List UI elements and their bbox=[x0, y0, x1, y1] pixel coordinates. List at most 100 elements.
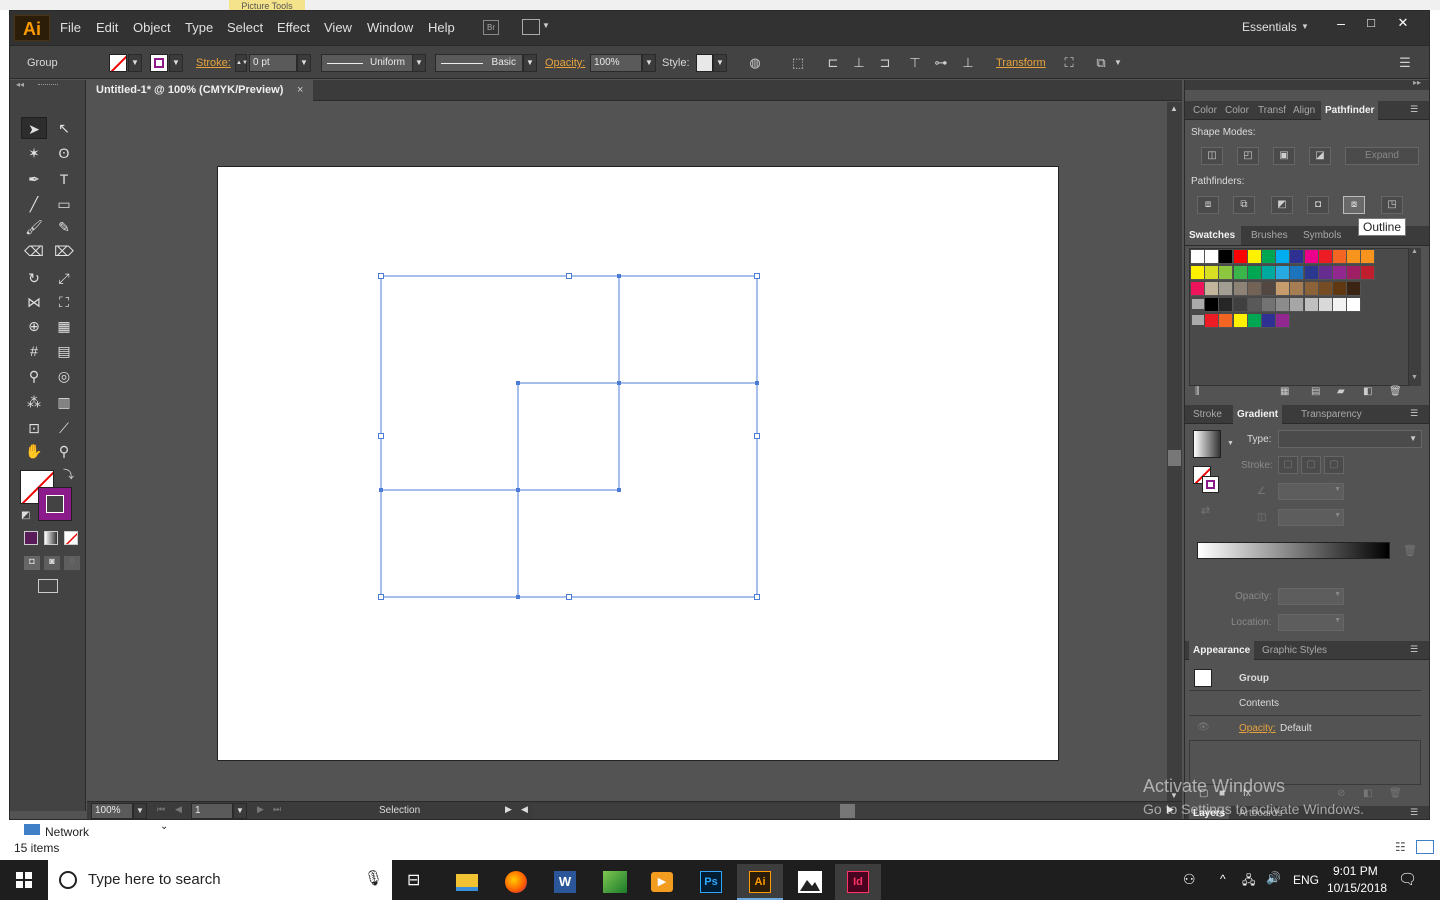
canvas-area[interactable] bbox=[87, 102, 1167, 801]
swatch[interactable] bbox=[1205, 266, 1220, 280]
column-graph-tool-icon[interactable]: ▥ bbox=[51, 391, 77, 413]
align-right-icon[interactable]: ⊐ bbox=[876, 54, 894, 72]
panel-grip[interactable] bbox=[38, 84, 58, 87]
swatch[interactable] bbox=[1191, 282, 1205, 296]
pen-tool-icon[interactable]: ✒ bbox=[21, 168, 47, 190]
gradient-preview[interactable] bbox=[1193, 430, 1221, 458]
indesign-taskbar-button[interactable]: Id bbox=[835, 864, 881, 900]
style-dropdown[interactable]: ▼ bbox=[713, 54, 727, 72]
swatch[interactable] bbox=[1219, 282, 1234, 296]
swatch[interactable] bbox=[1205, 250, 1220, 264]
swatch[interactable] bbox=[1304, 266, 1319, 280]
stroke-weight-dropdown[interactable]: ▼ bbox=[297, 54, 311, 72]
align-top-icon[interactable]: ⊤ bbox=[906, 54, 924, 72]
opacity-input[interactable]: 100% bbox=[590, 54, 642, 72]
swatch[interactable] bbox=[1290, 282, 1305, 296]
type-tool-icon[interactable]: T bbox=[51, 168, 77, 190]
perspective-grid-tool-icon[interactable]: ▦ bbox=[51, 315, 77, 337]
swatch[interactable] bbox=[1233, 298, 1248, 312]
swatch[interactable] bbox=[1247, 314, 1262, 328]
swatch[interactable] bbox=[1318, 266, 1333, 280]
panel-menu-icon[interactable]: ☰ bbox=[1410, 644, 1418, 655]
swatch[interactable] bbox=[1233, 314, 1248, 328]
new-swatch-icon[interactable]: ◧ bbox=[1363, 386, 1372, 397]
menu-help[interactable]: Help bbox=[428, 20, 455, 35]
last-artboard-icon[interactable]: ⏭ bbox=[273, 804, 281, 815]
stroke-within-icon[interactable]: ▢ bbox=[1278, 456, 1298, 474]
align-horizontal-center-icon[interactable]: ⊥ bbox=[850, 54, 868, 72]
swatch[interactable] bbox=[1191, 266, 1205, 280]
artboard-tool-icon[interactable]: ⊡ bbox=[21, 417, 47, 439]
paintbrush-tool-icon[interactable]: 🖌 bbox=[21, 216, 47, 238]
swatch[interactable] bbox=[1318, 282, 1333, 296]
expand-panels-icon[interactable]: ▸▸ bbox=[1413, 78, 1421, 87]
arrange-documents-icon[interactable] bbox=[522, 19, 540, 35]
vertical-scroll-thumb[interactable] bbox=[1168, 450, 1181, 466]
merge-icon[interactable]: ◩ bbox=[1271, 196, 1293, 214]
scroll-up-icon[interactable]: ▲ bbox=[1411, 248, 1418, 255]
rectangle-tool-icon[interactable]: ▭ bbox=[51, 193, 77, 215]
reverse-gradient-icon[interactable]: ⇄ bbox=[1201, 504, 1210, 517]
swatch-options-icon[interactable]: ▤ bbox=[1311, 386, 1320, 397]
task-view-icon[interactable]: ⊟ bbox=[407, 870, 420, 890]
microphone-icon[interactable]: 🎙 bbox=[364, 869, 383, 887]
draw-inside-icon[interactable]: ◌ bbox=[64, 556, 80, 570]
tab-pathfinder[interactable]: Pathfinder bbox=[1321, 101, 1379, 120]
scroll-left-icon[interactable]: ◀ bbox=[521, 804, 528, 815]
next-artboard-icon[interactable]: ▶ bbox=[257, 804, 264, 815]
clear-appearance-icon[interactable]: ⊘ bbox=[1337, 788, 1345, 799]
hand-tool-icon[interactable]: ✋ bbox=[21, 440, 47, 462]
screen-mode-icon[interactable] bbox=[38, 579, 58, 593]
artwork-group[interactable] bbox=[218, 167, 1060, 762]
firefox-taskbar-button[interactable] bbox=[493, 864, 539, 900]
swatch[interactable] bbox=[1205, 314, 1220, 328]
brush-definition[interactable]: Basic bbox=[435, 54, 523, 72]
stroke-across-icon[interactable]: ▢ bbox=[1324, 456, 1344, 474]
color-mode-icon[interactable] bbox=[24, 531, 38, 545]
panel-menu-icon[interactable]: ☰ bbox=[1410, 104, 1418, 115]
camtasia-taskbar-button[interactable] bbox=[591, 864, 637, 900]
stroke-weight-stepper[interactable]: ▲▼ bbox=[235, 54, 248, 72]
bounding-box-icon[interactable]: ⧉ bbox=[1092, 54, 1110, 72]
swatch[interactable] bbox=[1219, 298, 1234, 312]
chevron-down-icon[interactable]: ⌄ bbox=[160, 821, 168, 832]
tab-align[interactable]: Align bbox=[1289, 101, 1319, 120]
artboard[interactable] bbox=[217, 166, 1059, 761]
tab-brushes[interactable]: Brushes bbox=[1247, 226, 1292, 245]
zoom-tool-icon[interactable]: ⚲ bbox=[51, 440, 77, 462]
profile-dropdown[interactable]: ▼ bbox=[412, 54, 426, 72]
swatch[interactable] bbox=[1347, 266, 1362, 280]
menu-edit[interactable]: Edit bbox=[96, 20, 118, 35]
minus-front-icon[interactable]: ◰ bbox=[1237, 147, 1259, 165]
mesh-tool-icon[interactable]: # bbox=[21, 340, 47, 362]
color-group-folder-icon[interactable] bbox=[1192, 315, 1204, 325]
artboard-number-input[interactable]: 1 bbox=[191, 803, 233, 819]
eraser-tool-icon[interactable]: ⌦ bbox=[51, 240, 77, 262]
swatch[interactable] bbox=[1290, 266, 1305, 280]
media-player-taskbar-button[interactable]: ▶ bbox=[639, 864, 685, 900]
duplicate-item-icon[interactable]: ◧ bbox=[1363, 788, 1372, 799]
swatch[interactable] bbox=[1304, 250, 1319, 264]
clock-time[interactable]: 9:01 PM bbox=[1333, 864, 1378, 878]
tab-appearance[interactable]: Appearance bbox=[1189, 641, 1255, 660]
menu-type[interactable]: Type bbox=[185, 20, 213, 35]
blob-brush-tool-icon[interactable]: ⌫ bbox=[21, 240, 47, 262]
stroke-weight-input[interactable]: 0 pt bbox=[249, 54, 297, 72]
appearance-opacity-label[interactable]: Opacity: bbox=[1239, 723, 1276, 734]
nav-item-network[interactable]: Network bbox=[45, 825, 89, 839]
rectangle-center[interactable] bbox=[517, 382, 620, 491]
crop-icon[interactable]: ◘ bbox=[1307, 196, 1329, 214]
stroke-label[interactable]: Stroke: bbox=[196, 57, 231, 69]
appearance-opacity-row[interactable]: 👁 Opacity: Default bbox=[1189, 716, 1421, 741]
swatch[interactable] bbox=[1347, 250, 1362, 264]
word-taskbar-button[interactable]: W bbox=[542, 864, 588, 900]
swatch[interactable] bbox=[1247, 298, 1262, 312]
align-to-icon[interactable]: ⬚ bbox=[788, 54, 808, 72]
gradient-location-input[interactable]: ▼ bbox=[1278, 614, 1344, 631]
artboard-dropdown[interactable]: ▼ bbox=[233, 803, 247, 819]
swatch[interactable] bbox=[1205, 282, 1220, 296]
variable-width-profile[interactable]: Uniform bbox=[321, 54, 414, 72]
delete-stop-icon[interactable]: 🗑 bbox=[1403, 544, 1417, 557]
swatch[interactable] bbox=[1290, 250, 1305, 264]
action-center-icon[interactable]: 🗨 bbox=[1398, 870, 1417, 888]
